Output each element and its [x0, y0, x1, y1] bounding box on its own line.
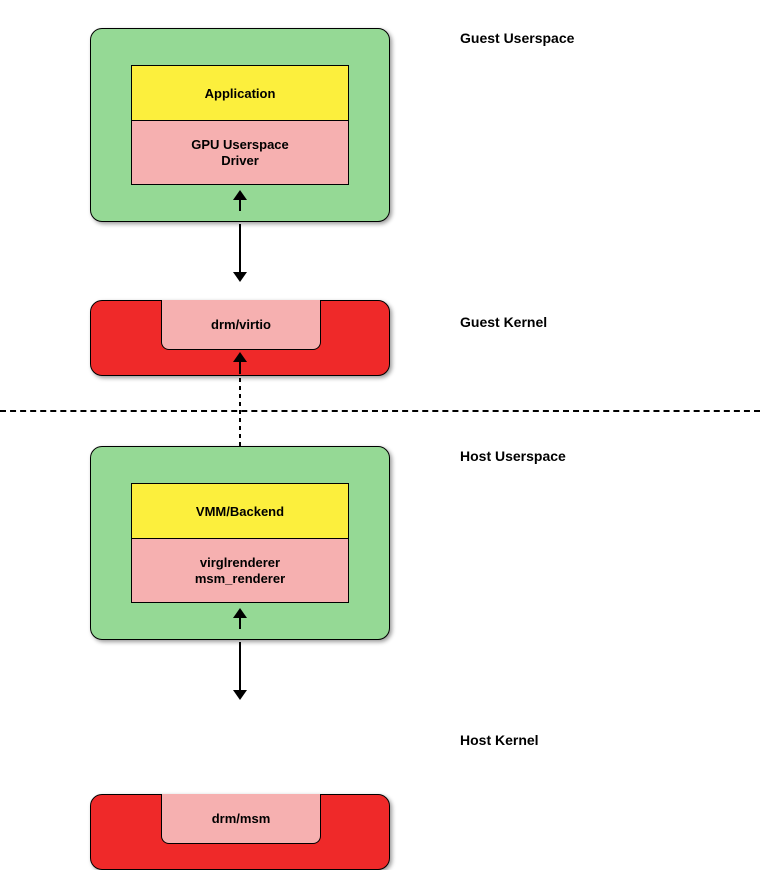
arrow-segment — [239, 362, 241, 374]
host-userspace-label: Host Userspace — [460, 448, 566, 464]
arrow-segment — [239, 642, 241, 692]
vmm-backend-box: VMM/Backend — [131, 483, 349, 539]
arrow-down-icon — [233, 272, 247, 282]
dashed-connector — [239, 378, 241, 446]
vmm-backend-label: VMM/Backend — [196, 504, 284, 519]
application-label: Application — [205, 86, 276, 101]
arrow-segment — [239, 224, 241, 274]
arrow-down-icon — [233, 690, 247, 700]
arrow-up-icon — [233, 352, 247, 362]
drm-virtio-box: drm/virtio — [161, 300, 321, 350]
guest-kernel-label: Guest Kernel — [460, 314, 547, 330]
guest-userspace-label: Guest Userspace — [460, 30, 574, 46]
gpu-userspace-driver-label: GPU Userspace Driver — [191, 137, 289, 168]
virgl-renderer-label: virglrenderer msm_renderer — [195, 555, 285, 586]
arrow-segment — [239, 199, 241, 211]
virgl-renderer-box: virglrenderer msm_renderer — [131, 539, 349, 603]
application-box: Application — [131, 65, 349, 121]
arrow-segment — [239, 617, 241, 629]
drm-msm-box: drm/msm — [161, 794, 321, 844]
gpu-userspace-driver-box: GPU Userspace Driver — [131, 121, 349, 185]
drm-virtio-label: drm/virtio — [211, 317, 271, 332]
host-kernel-container: drm/msm — [90, 794, 390, 870]
drm-msm-label: drm/msm — [212, 811, 271, 826]
guest-host-divider — [0, 410, 760, 412]
host-kernel-label: Host Kernel — [460, 732, 539, 748]
